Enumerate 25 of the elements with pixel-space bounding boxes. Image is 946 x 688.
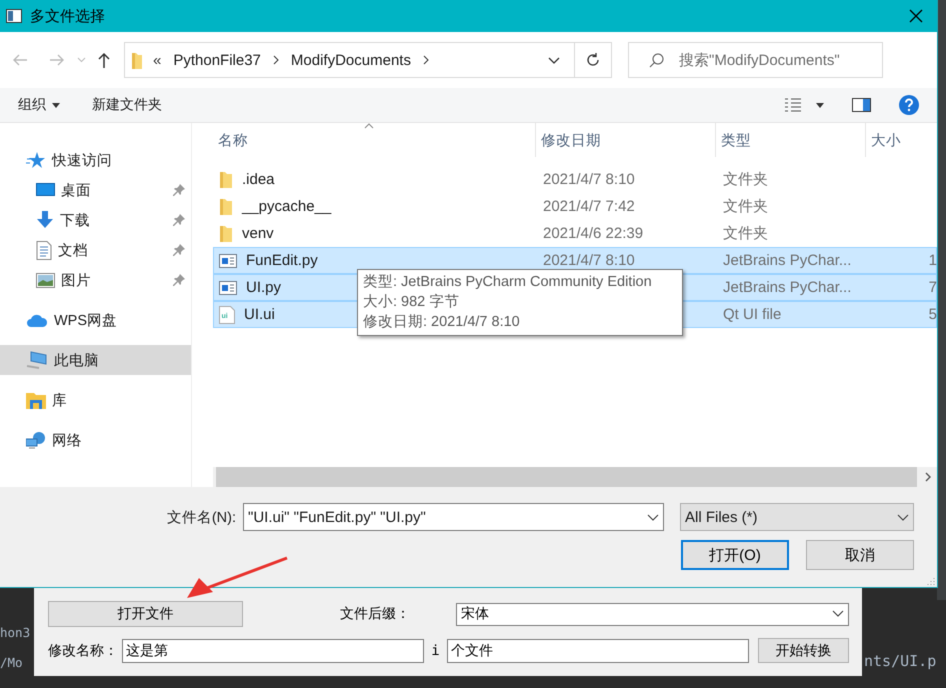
type-text: 文件夹: [723, 225, 768, 242]
tooltip-text: 大小: 982 字节: [363, 292, 460, 312]
terminal-text: hon3: [0, 625, 30, 640]
window-title: 多文件选择: [30, 6, 105, 26]
suffix-label: 文件后缀：: [340, 605, 411, 623]
terminal-text: nts/UI.p: [864, 652, 936, 670]
tooltip-text: 修改日期: 2021/4/7 8:10: [363, 313, 521, 332]
terminal-text: /Mo: [0, 655, 23, 670]
type-text: JetBrains PyChar...: [723, 252, 852, 269]
size-text: 1: [928, 252, 937, 269]
date-text: 2021/4/7 8:10: [543, 252, 635, 269]
tooltip-text: 类型: JetBrains PyCharm Community Edition: [363, 273, 653, 292]
filename-label: 文件名(N):: [166, 508, 236, 526]
separator-text: i: [430, 642, 441, 658]
rename-label: 修改名称：: [48, 642, 119, 660]
type-text: Qt UI file: [723, 306, 782, 323]
type-text: JetBrains PyChar...: [723, 279, 852, 296]
date-text: 2021/4/7 7:42: [543, 198, 635, 215]
size-text: 7: [928, 279, 937, 296]
size-text: 5: [928, 306, 937, 323]
type-text: 文件夹: [723, 198, 768, 215]
type-text: 文件夹: [723, 171, 768, 188]
date-text: 2021/4/7 8:10: [543, 171, 635, 188]
search-placeholder: 搜索"ModifyDocuments": [679, 50, 840, 70]
date-text: 2021/4/6 22:39: [543, 225, 644, 242]
